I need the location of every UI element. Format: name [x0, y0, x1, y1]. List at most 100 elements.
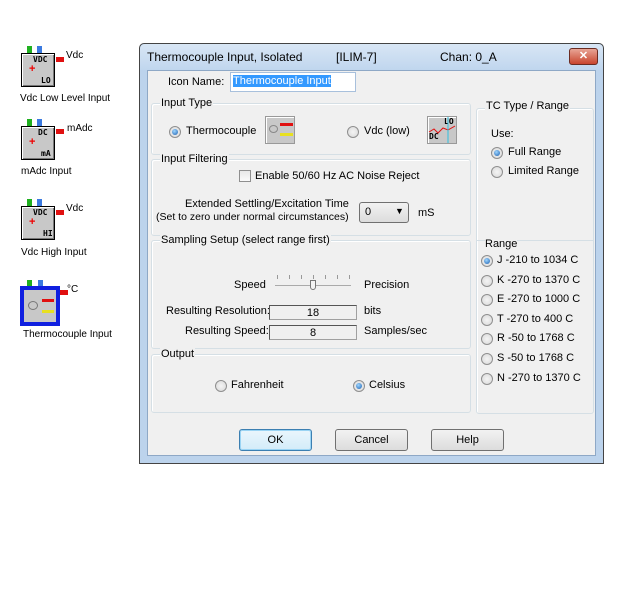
range-radio[interactable]: [481, 274, 493, 287]
precision-label: Precision: [364, 279, 410, 291]
settling-hint: (Set to zero under normal circumstances): [156, 211, 349, 223]
output-pin: [56, 210, 64, 215]
range-option-label: T -270 to 400 C: [497, 312, 574, 325]
range-radio[interactable]: [481, 372, 493, 385]
title-bar: Thermocouple Input, Isolated [ILIM-7] Ch…: [140, 44, 603, 70]
red-wire: [42, 299, 54, 302]
settling-time-select[interactable]: 0 ▼: [359, 202, 409, 223]
plus-sign: +: [29, 216, 36, 228]
limited-range-radio[interactable]: [491, 166, 503, 178]
output-pin: [56, 57, 64, 62]
output-label: mAdc: [67, 123, 93, 134]
range-radio[interactable]: [481, 313, 493, 326]
noise-reject-checkbox[interactable]: [239, 170, 251, 182]
input-pin-green: [27, 46, 32, 53]
icon-caption: Vdc Low Level Input: [20, 93, 111, 104]
resulting-speed-label: Resulting Speed:: [185, 325, 269, 337]
thermocouple-dialog: Thermocouple Input, Isolated [ILIM-7] Ch…: [139, 43, 604, 464]
glyph-bottom: mA: [41, 149, 51, 158]
red-wire: [280, 123, 293, 126]
vdc-low-icon-button[interactable]: LO DC: [427, 116, 457, 144]
limited-range-label: Limited Range: [508, 165, 579, 177]
range-radio[interactable]: [481, 255, 493, 267]
slider-thumb[interactable]: [310, 280, 316, 290]
range-option-label: J -210 to 1034 C: [497, 254, 579, 266]
probe-tip: [28, 301, 38, 310]
icon-caption: Vdc High Input: [21, 247, 87, 258]
slider-tick: [301, 275, 302, 279]
vdc-low-label: Vdc (low): [364, 125, 410, 137]
input-pin-blue: [37, 199, 42, 206]
range-option-label: N -270 to 1370 C: [497, 371, 581, 384]
plus-sign: +: [29, 63, 36, 75]
amplifier-icon: DC + mA: [21, 126, 55, 160]
output-label: Vdc: [66, 203, 84, 214]
input-filtering-group: Input Filtering Enable 50/60 Hz AC Noise…: [151, 153, 471, 236]
icon-name-label: Icon Name:: [168, 76, 225, 88]
group-title: Sampling Setup (select range first): [160, 234, 331, 246]
thermocouple-icon-button[interactable]: [265, 116, 295, 144]
cancel-button[interactable]: Cancel: [335, 429, 408, 451]
full-range-label: Full Range: [508, 146, 562, 158]
settling-label: Extended Settling/Excitation Time: [185, 198, 349, 210]
yellow-wire: [280, 133, 293, 136]
resolution-field: 18: [269, 305, 357, 320]
range-radio[interactable]: [481, 294, 493, 307]
group-title: Input Filtering: [160, 153, 229, 165]
range-radio[interactable]: [481, 353, 493, 365]
slider-tick: [337, 275, 338, 279]
settling-unit: mS: [418, 207, 435, 219]
slider-tick: [349, 275, 350, 279]
plus-sign: +: [29, 136, 36, 148]
output-label: °C: [67, 284, 79, 295]
resulting-speed-unit: Samples/sec: [364, 325, 427, 337]
group-title: Output: [160, 348, 196, 360]
close-button[interactable]: ✕: [569, 48, 598, 65]
speed-precision-slider[interactable]: [275, 273, 353, 291]
full-range-radio[interactable]: [491, 147, 503, 159]
celsius-label: Celsius: [369, 379, 406, 391]
module-id: [ILIM-7]: [336, 50, 377, 64]
fahrenheit-label: Fahrenheit: [231, 379, 284, 391]
output-pin: [56, 129, 64, 134]
group-title: TC Type / Range: [485, 100, 570, 112]
resulting-speed-field: 8: [269, 325, 357, 340]
slider-tick: [313, 275, 314, 279]
range-option-label: K -270 to 1370 C: [497, 273, 581, 286]
glyph-bottom: HI: [43, 229, 53, 238]
icon-name-value: Thermocouple Input: [233, 75, 331, 87]
speed-label: Speed: [234, 279, 266, 291]
use-label: Use:: [491, 128, 514, 140]
icon-caption: mAdc Input: [21, 166, 72, 177]
input-pin-blue: [37, 46, 42, 53]
settling-value: 0: [365, 206, 372, 218]
glyph-bottom: LO: [41, 76, 51, 85]
thermocouple-label: Thermocouple: [186, 125, 257, 137]
chevron-down-icon: ▼: [395, 206, 404, 216]
channel-label: Chan: 0_A: [440, 50, 497, 64]
ok-button[interactable]: OK: [239, 429, 312, 451]
celsius-radio[interactable]: [353, 380, 365, 392]
probe-icon: [269, 125, 278, 133]
input-type-group: Input Type Thermocouple Vdc (low) LO DC: [151, 97, 471, 155]
input-pin-green: [27, 199, 32, 206]
dialog-title: Thermocouple Input, Isolated: [147, 50, 303, 64]
slider-tick: [325, 275, 326, 279]
resolution-label: Resulting Resolution:: [166, 305, 270, 317]
input-pin-green: [27, 119, 32, 126]
signal-graph-icon: [428, 117, 456, 143]
group-title: Input Type: [160, 97, 214, 109]
range-radio[interactable]: [481, 333, 493, 346]
vdc-low-radio[interactable]: [347, 126, 359, 138]
help-button[interactable]: Help: [431, 429, 504, 451]
fahrenheit-radio[interactable]: [215, 380, 227, 392]
noise-reject-label: Enable 50/60 Hz AC Noise Reject: [255, 170, 420, 182]
slider-tick: [289, 275, 290, 279]
tc-type-group: TC Type / Range Use: Full Range Limited …: [476, 100, 594, 414]
thermocouple-radio[interactable]: [169, 126, 181, 138]
slider-tick: [277, 275, 278, 279]
range-group: Range J -210 to 1034 C K -270 to 1370 C E …: [477, 238, 593, 413]
icon-name-input[interactable]: Thermocouple Input: [230, 72, 356, 92]
range-option-label: E -270 to 1000 C: [497, 293, 581, 306]
dialog-body: Icon Name: Thermocouple Input Input Type…: [147, 70, 596, 456]
